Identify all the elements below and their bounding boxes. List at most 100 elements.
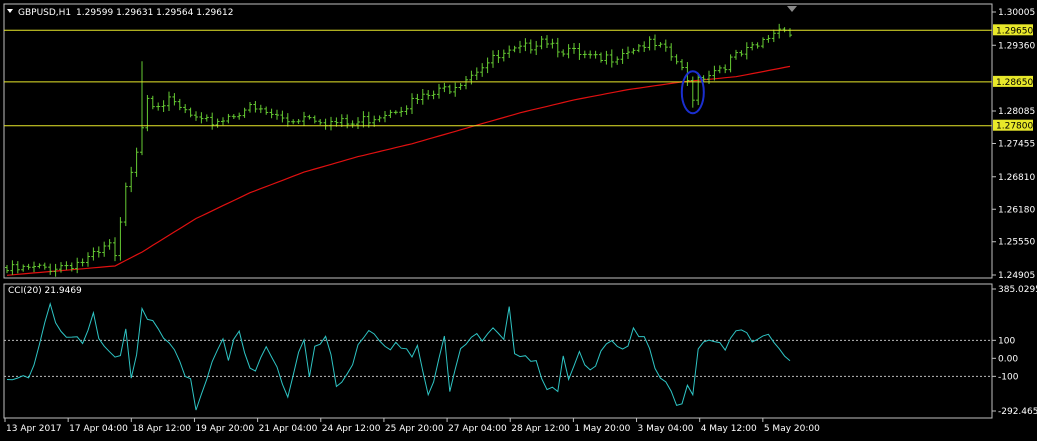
ohlc-bar <box>782 27 787 33</box>
ohlc-bar <box>318 119 323 125</box>
ohlc-bar <box>285 113 290 127</box>
cci-panel-frame <box>3 283 993 419</box>
ohlc-bar <box>723 64 728 74</box>
time-tick-label: 1 May 20:00 <box>574 424 630 434</box>
chart-shift-marker-icon[interactable] <box>787 6 797 12</box>
ohlc-bar <box>528 39 533 54</box>
ohlc-bar <box>96 246 101 258</box>
ohlc-bar <box>496 50 501 64</box>
ohlc-bar <box>275 109 279 120</box>
ohlc-bar <box>604 50 609 65</box>
ohlc-bar <box>339 114 344 127</box>
time-tick-label: 27 Apr 04:00 <box>448 424 507 434</box>
cci-tick-label: 385.0295 <box>998 285 1037 295</box>
ohlc-bar <box>593 50 598 59</box>
ohlc-bar <box>534 40 539 56</box>
level-price-label: 1.27800 <box>996 122 1033 132</box>
price-tick-label: 1.29360 <box>998 41 1035 51</box>
ohlc-bar <box>669 43 674 61</box>
ohlc-bar <box>642 41 647 52</box>
ohlc-bar <box>183 104 188 114</box>
ohlc-bar <box>485 57 490 74</box>
ohlc-bar <box>636 44 641 53</box>
ohlc-bar <box>264 106 269 115</box>
ohlc-bar <box>134 147 139 177</box>
ohlc-bar <box>350 120 355 128</box>
ohlc-bar <box>539 36 544 50</box>
ohlc-bar <box>37 263 42 269</box>
ohlc-bar <box>626 46 630 59</box>
ohlc-bar <box>480 63 485 77</box>
ohlc-bar <box>231 114 236 119</box>
ohlc-bar <box>86 252 90 267</box>
ohlc-bar <box>383 111 387 123</box>
ohlc-bar <box>5 265 9 274</box>
ohlc-bar <box>437 83 441 99</box>
level-price-label: 1.29650 <box>996 26 1033 36</box>
ohlc-bar <box>447 84 452 95</box>
cci-tick-label: 0.00 <box>998 354 1018 364</box>
moving-average-line <box>6 65 791 276</box>
time-axis: 13 Apr 2017 17 Apr 04:00 18 Apr 12:00 19 Ap… <box>4 418 820 434</box>
chart-header: GBPUSD,H1 1.29599 1.29631 1.29564 1.2961… <box>7 8 233 18</box>
time-tick-label: 28 Apr 12:00 <box>511 424 570 434</box>
ohlc-bar <box>609 49 614 68</box>
ohlc-bar <box>329 116 333 131</box>
ohlc-bar <box>372 115 377 127</box>
ohlc-bar <box>21 264 26 272</box>
ohlc-bar <box>91 247 96 261</box>
ohlc-bar <box>501 49 506 62</box>
cci-frame-border <box>3 283 993 419</box>
horizontal-levels[interactable]: 1.29650 1.28650 1.27800 <box>4 24 1033 132</box>
collapse-triangle-icon[interactable] <box>7 9 13 13</box>
ohlc-bar <box>615 56 620 65</box>
ohlc-bar <box>755 42 760 49</box>
time-tick-label: 3 May 04:00 <box>638 424 694 434</box>
main-frame-border <box>3 3 993 279</box>
ohlc-bar <box>221 117 225 126</box>
ohlc-bar <box>53 263 58 277</box>
ohlc-bar <box>458 83 463 90</box>
ohlc-bar <box>291 119 296 125</box>
ohlc-bar <box>771 29 776 43</box>
ohlc-bar <box>226 113 231 124</box>
ohlc-bar <box>680 59 684 71</box>
time-tick-label: 13 Apr 2017 <box>6 424 62 434</box>
ohlc-bar <box>663 39 668 52</box>
ohlc-bar <box>140 61 144 156</box>
ohlc-bar <box>26 263 31 270</box>
ohlc-bar <box>204 114 209 122</box>
ohlc-bar <box>75 257 80 274</box>
ohlc-bar <box>323 118 328 130</box>
price-bars[interactable] <box>5 23 792 277</box>
ohlc-bar <box>734 49 738 60</box>
ohlc-bar <box>588 50 593 59</box>
ohlc-bar <box>42 262 47 270</box>
ohlc-bar <box>404 105 409 115</box>
ohlc-bar <box>177 98 182 111</box>
cci-tick-label: -292.4654 <box>998 407 1037 417</box>
price-tick-label: 1.24905 <box>998 271 1035 281</box>
ohlc-bar <box>296 118 301 124</box>
ohlc-bar <box>393 110 398 115</box>
ohlc-bar <box>674 54 679 65</box>
ohlc-bar <box>582 50 587 59</box>
ohlc-bar <box>167 91 171 112</box>
ohlc-bar <box>464 75 468 90</box>
ohlc-bar <box>102 241 107 257</box>
ohlc-bar <box>744 42 749 60</box>
ohlc-bar <box>545 35 549 48</box>
ohlc-bar <box>215 118 220 128</box>
ohlc-bar <box>156 102 161 111</box>
main-chart-frame <box>3 3 993 279</box>
price-tick-label: 1.30005 <box>998 8 1035 18</box>
time-tick-label: 18 Apr 12:00 <box>132 424 191 434</box>
ohlc-bar <box>258 104 263 114</box>
cci-title: CCI(20) 21.9469 <box>8 286 82 296</box>
ohlc-bar <box>107 239 112 250</box>
time-tick-label: 25 Apr 20:00 <box>385 424 444 434</box>
ohlc-bar <box>280 110 285 123</box>
ohlc-bar <box>550 38 555 49</box>
time-tick-label: 24 Apr 12:00 <box>322 424 381 434</box>
ohlc-bar <box>728 54 733 73</box>
